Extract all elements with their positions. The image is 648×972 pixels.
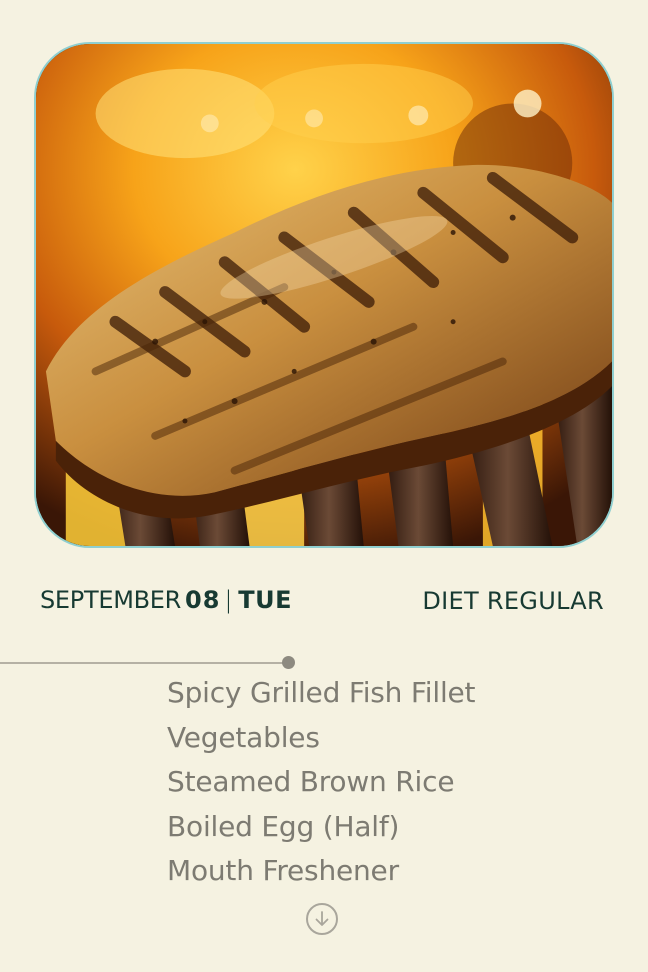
menu-item: Mouth Freshener (167, 854, 399, 887)
date-separator: | (224, 586, 233, 614)
diet-type-label: DIET REGULAR (422, 587, 604, 615)
hero-food-image (34, 42, 614, 548)
menu-items-list: Spicy Grilled Fish Fillet Vegetables Ste… (167, 671, 476, 894)
date-day: 08 (185, 586, 221, 614)
menu-date: SEPTEMBER 08 | TUE (40, 586, 292, 620)
date-weekday: TUE (238, 586, 292, 614)
scroll-down-button[interactable] (306, 903, 338, 935)
menu-item: Steamed Brown Rice (167, 765, 455, 798)
divider-line (0, 662, 284, 664)
date-month: SEPTEMBER (40, 586, 182, 614)
menu-item: Boiled Egg (Half) (167, 809, 400, 843)
menu-item: Spicy Grilled Fish Fillet (167, 676, 476, 709)
arrow-down-circle-icon (315, 911, 329, 926)
grilled-fish-photo (36, 44, 612, 546)
divider-dot (282, 656, 295, 669)
menu-item: Vegetables (167, 720, 320, 754)
